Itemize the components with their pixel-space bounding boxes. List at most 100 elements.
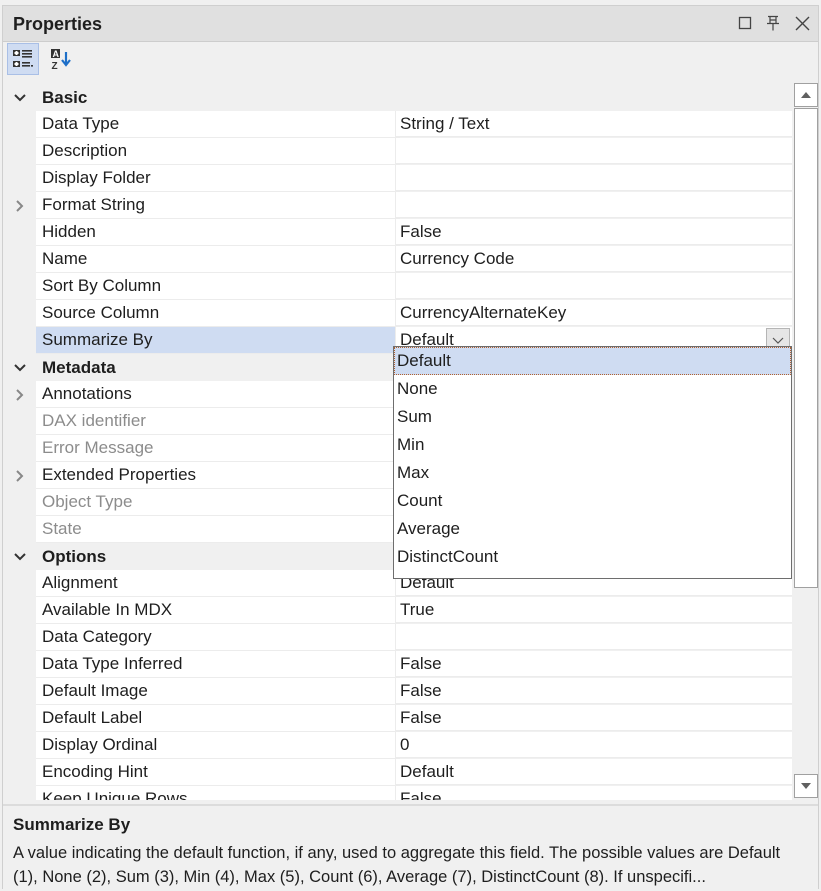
property-value[interactable] xyxy=(395,624,792,650)
property-row-display-folder[interactable]: Display Folder xyxy=(3,165,792,192)
category-basic[interactable]: Basic xyxy=(3,84,792,111)
property-row-name[interactable]: Name Currency Code xyxy=(3,246,792,273)
row-gutter xyxy=(3,165,36,192)
maximize-icon xyxy=(738,16,752,30)
categorized-view-button[interactable] xyxy=(7,43,39,75)
property-row-display-ordinal[interactable]: Display Ordinal 0 xyxy=(3,732,792,759)
row-gutter xyxy=(3,408,36,435)
chevron-right-icon xyxy=(15,388,23,401)
property-value[interactable]: CurrencyAlternateKey xyxy=(395,300,792,326)
property-row-data-type[interactable]: Data Type String / Text xyxy=(3,111,792,138)
property-name: Extended Properties xyxy=(36,462,400,489)
dropdown-option-none[interactable]: None xyxy=(394,375,791,403)
property-value[interactable]: Default xyxy=(395,759,792,785)
expand-toggle[interactable] xyxy=(3,381,36,408)
row-gutter xyxy=(3,651,36,678)
property-row-source-column[interactable]: Source Column CurrencyAlternateKey xyxy=(3,300,792,327)
vertical-scrollbar[interactable] xyxy=(794,83,818,798)
dropdown-option-max[interactable]: Max xyxy=(394,459,791,487)
row-gutter xyxy=(3,489,36,516)
scroll-up-icon xyxy=(801,92,811,98)
property-row-format-string[interactable]: Format String xyxy=(3,192,792,219)
scrollbar-thumb[interactable] xyxy=(794,108,818,588)
property-name: Alignment xyxy=(36,570,400,597)
expand-toggle[interactable] xyxy=(3,192,36,219)
row-gutter xyxy=(3,732,36,759)
dropdown-option-count[interactable]: Count xyxy=(394,487,791,515)
property-value[interactable]: False xyxy=(395,678,792,704)
property-row-default-image[interactable]: Default Image False xyxy=(3,678,792,705)
property-row-keep-unique-rows[interactable]: Keep Unique Rows False xyxy=(3,786,792,800)
summarize-by-dropdown-list[interactable]: Default None Sum Min Max Count Average Distinct… xyxy=(393,346,792,579)
scroll-down-button[interactable] xyxy=(794,774,818,798)
categorized-icon xyxy=(13,50,33,67)
property-value[interactable]: False xyxy=(395,219,792,245)
dropdown-option-sum[interactable]: Sum xyxy=(394,403,791,431)
collapse-toggle[interactable] xyxy=(3,543,36,570)
property-row-data-type-inferred[interactable]: Data Type Inferred False xyxy=(3,651,792,678)
close-button[interactable] xyxy=(791,12,813,34)
property-row-data-category[interactable]: Data Category xyxy=(3,624,792,651)
property-value[interactable] xyxy=(395,273,792,299)
property-value[interactable]: False xyxy=(395,786,792,800)
property-row-default-label[interactable]: Default Label False xyxy=(3,705,792,732)
expand-toggle[interactable] xyxy=(3,462,36,489)
property-row-description[interactable]: Description xyxy=(3,138,792,165)
property-name: Sort By Column xyxy=(36,273,400,300)
svg-text:A: A xyxy=(53,49,60,59)
row-gutter xyxy=(3,246,36,273)
property-name: Source Column xyxy=(36,300,400,327)
property-value[interactable] xyxy=(395,192,792,218)
property-value[interactable]: 0 xyxy=(395,732,792,758)
property-name: Keep Unique Rows xyxy=(36,786,400,800)
row-gutter xyxy=(3,327,36,354)
property-row-sort-by-column[interactable]: Sort By Column xyxy=(3,273,792,300)
chevron-right-icon xyxy=(15,199,23,212)
property-value[interactable]: False xyxy=(395,705,792,731)
property-value[interactable]: False xyxy=(395,651,792,677)
chevron-down-icon xyxy=(13,363,26,371)
collapse-toggle[interactable] xyxy=(3,354,36,381)
property-value[interactable] xyxy=(395,138,792,164)
dropdown-option-average[interactable]: Average xyxy=(394,515,791,543)
dropdown-option-default[interactable]: Default xyxy=(394,347,791,375)
row-gutter xyxy=(3,219,36,246)
alphabetical-view-button[interactable]: A Z xyxy=(45,43,77,75)
scroll-down-icon xyxy=(801,783,811,789)
row-gutter xyxy=(3,300,36,327)
panel-title: Properties xyxy=(13,14,103,34)
scroll-up-button[interactable] xyxy=(794,83,818,107)
property-value[interactable] xyxy=(395,165,792,191)
collapse-toggle[interactable] xyxy=(3,84,36,111)
row-gutter xyxy=(3,138,36,165)
chevron-down-icon xyxy=(13,93,26,101)
dropdown-option-min[interactable]: Min xyxy=(394,431,791,459)
property-name: Error Message xyxy=(36,435,400,462)
property-row-hidden[interactable]: Hidden False xyxy=(3,219,792,246)
property-value[interactable]: String / Text xyxy=(395,111,792,137)
row-gutter xyxy=(3,435,36,462)
property-name: Data Category xyxy=(36,624,400,651)
pin-icon xyxy=(767,15,779,31)
description-title: Summarize By xyxy=(13,815,131,834)
property-name: Hidden xyxy=(36,219,400,246)
toolbar: A Z xyxy=(3,42,818,78)
title-bar: Properties xyxy=(3,6,818,42)
property-value[interactable]: Currency Code xyxy=(395,246,792,272)
property-row-encoding-hint[interactable]: Encoding Hint Default xyxy=(3,759,792,786)
maximize-button[interactable] xyxy=(734,12,756,34)
property-name: Object Type xyxy=(36,489,400,516)
property-name: Default Image xyxy=(36,678,400,705)
description-pane: Summarize By A value indicating the defa… xyxy=(3,804,818,890)
property-row-available-in-mdx[interactable]: Available In MDX True xyxy=(3,597,792,624)
row-gutter xyxy=(3,111,36,138)
chevron-right-icon xyxy=(15,469,23,482)
property-name: Summarize By xyxy=(36,327,400,354)
property-name: Name xyxy=(36,246,400,273)
row-gutter xyxy=(3,624,36,651)
pin-button[interactable] xyxy=(762,12,784,34)
property-name: Data Type xyxy=(36,111,400,138)
property-value[interactable]: True xyxy=(395,597,792,623)
dropdown-option-distinctcount[interactable]: DistinctCount xyxy=(394,543,791,571)
property-name: Description xyxy=(36,138,400,165)
